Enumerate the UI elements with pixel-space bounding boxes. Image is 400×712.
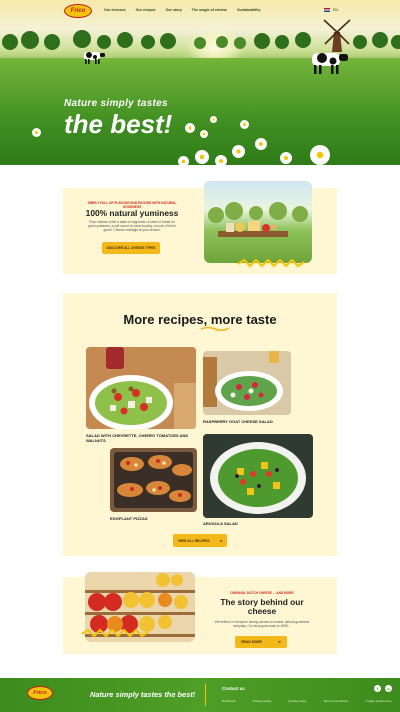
- story-title: The story behind our cheese: [220, 597, 304, 616]
- footer-link-disclaimer[interactable]: Disclaimer: [222, 699, 236, 703]
- arrow-right-icon: ➜: [219, 538, 223, 543]
- footer-link-privacy[interactable]: Privacy policy: [253, 699, 271, 703]
- nav-link-sustainability[interactable]: Sustainability: [237, 8, 260, 12]
- read-more-button[interactable]: READ MORE ➜: [235, 636, 287, 648]
- daisy-flower: [232, 145, 245, 158]
- daisy-flower: [185, 123, 195, 133]
- facebook-icon[interactable]: f: [374, 685, 381, 692]
- daisy-flower: [310, 145, 330, 165]
- daisy-flower: [280, 152, 292, 164]
- instagram-icon[interactable]: ig: [385, 685, 392, 692]
- story-body: We believe in everyone having access to …: [214, 620, 310, 629]
- view-all-recipes-button[interactable]: VIEW ALL RECIPES ➜: [173, 534, 227, 547]
- hero-title-line1: Nature simply tastes: [64, 98, 168, 109]
- recipe-image[interactable]: [110, 448, 197, 512]
- cow-image: [84, 52, 105, 64]
- nav-link-cheeses[interactable]: Our cheeses: [104, 8, 126, 12]
- daisy-flower: [215, 155, 227, 165]
- dutch-flag-icon: [324, 8, 330, 12]
- windmill-image: [323, 19, 351, 52]
- recipe-image[interactable]: [203, 351, 291, 415]
- daisy-flower: [255, 138, 267, 150]
- story-eyebrow: ORIGINAL DUTCH CHEESE ... AND MORE: [230, 591, 294, 595]
- site-footer: [0, 678, 400, 712]
- footer-link-terms[interactable]: Terms & conditions: [323, 699, 348, 703]
- nav-link-recipes[interactable]: Our recipes: [136, 8, 156, 12]
- yellow-squiggle-decoration: [81, 628, 149, 638]
- language-selector[interactable]: EN: [324, 8, 338, 12]
- footer-tagline: Nature simply tastes the best!: [90, 690, 196, 699]
- top-navigation: Frico Our cheeses Our recipes Our story …: [0, 0, 400, 22]
- daisy-flower: [178, 156, 189, 165]
- nav-link-story[interactable]: Our story: [166, 8, 182, 12]
- recipe-caption[interactable]: SALAD WITH CHEVRETTE, CHERRY TOMATOES AN…: [86, 433, 201, 443]
- footer-links: Disclaimer Privacy policy Cookie policy …: [222, 699, 392, 703]
- daisy-flower: [210, 116, 217, 123]
- view-all-recipes-label: VIEW ALL RECIPES: [177, 538, 210, 543]
- hero-title-line2: the best!: [64, 109, 173, 139]
- daisy-flower: [200, 130, 208, 138]
- recipes-title: More recipes, more taste: [123, 312, 277, 327]
- footer-frico-logo[interactable]: Frico: [27, 686, 53, 700]
- language-label: EN: [333, 8, 338, 12]
- picnic-cheese-image: [204, 181, 312, 263]
- nav-links: Our cheeses Our recipes Our story The ma…: [104, 8, 260, 12]
- nav-link-magic[interactable]: The magic of cheese: [192, 8, 227, 12]
- recipe-caption[interactable]: EGGPLANT PIZZAS: [110, 516, 200, 521]
- contact-us-link[interactable]: Contact us: [222, 686, 245, 691]
- daisy-flower: [195, 150, 209, 164]
- recipe-caption[interactable]: ARUGULA SALAD: [203, 521, 293, 526]
- footer-link-cookie-policy[interactable]: Cookie policy: [288, 699, 306, 703]
- title-underline-decoration: [200, 326, 230, 331]
- recipe-image[interactable]: [203, 434, 313, 518]
- intro-title: 100% natural yuminess: [85, 208, 179, 218]
- daisy-flower: [240, 120, 249, 129]
- intro-body: Frico cheese is like a taste of happines…: [88, 220, 176, 233]
- frico-logo[interactable]: Frico: [64, 4, 92, 18]
- yellow-squiggle-decoration: [237, 258, 305, 268]
- footer-link-cookie-preferences[interactable]: Cookie preferences: [366, 699, 392, 703]
- arrow-right-icon: ➜: [277, 640, 281, 644]
- footer-divider: [205, 684, 206, 706]
- daisy-flower: [32, 128, 41, 137]
- hero-banner: Frico Our cheeses Our recipes Our story …: [0, 0, 400, 165]
- read-more-label: READ MORE: [241, 640, 262, 644]
- discover-cheese-types-button[interactable]: DISCOVER ALL CHEESE TYPES: [102, 242, 160, 254]
- cow-image: [312, 53, 348, 74]
- recipe-caption[interactable]: RASPBERRY GOAT CHEESE SALAD: [203, 419, 298, 424]
- recipe-image[interactable]: [86, 347, 196, 429]
